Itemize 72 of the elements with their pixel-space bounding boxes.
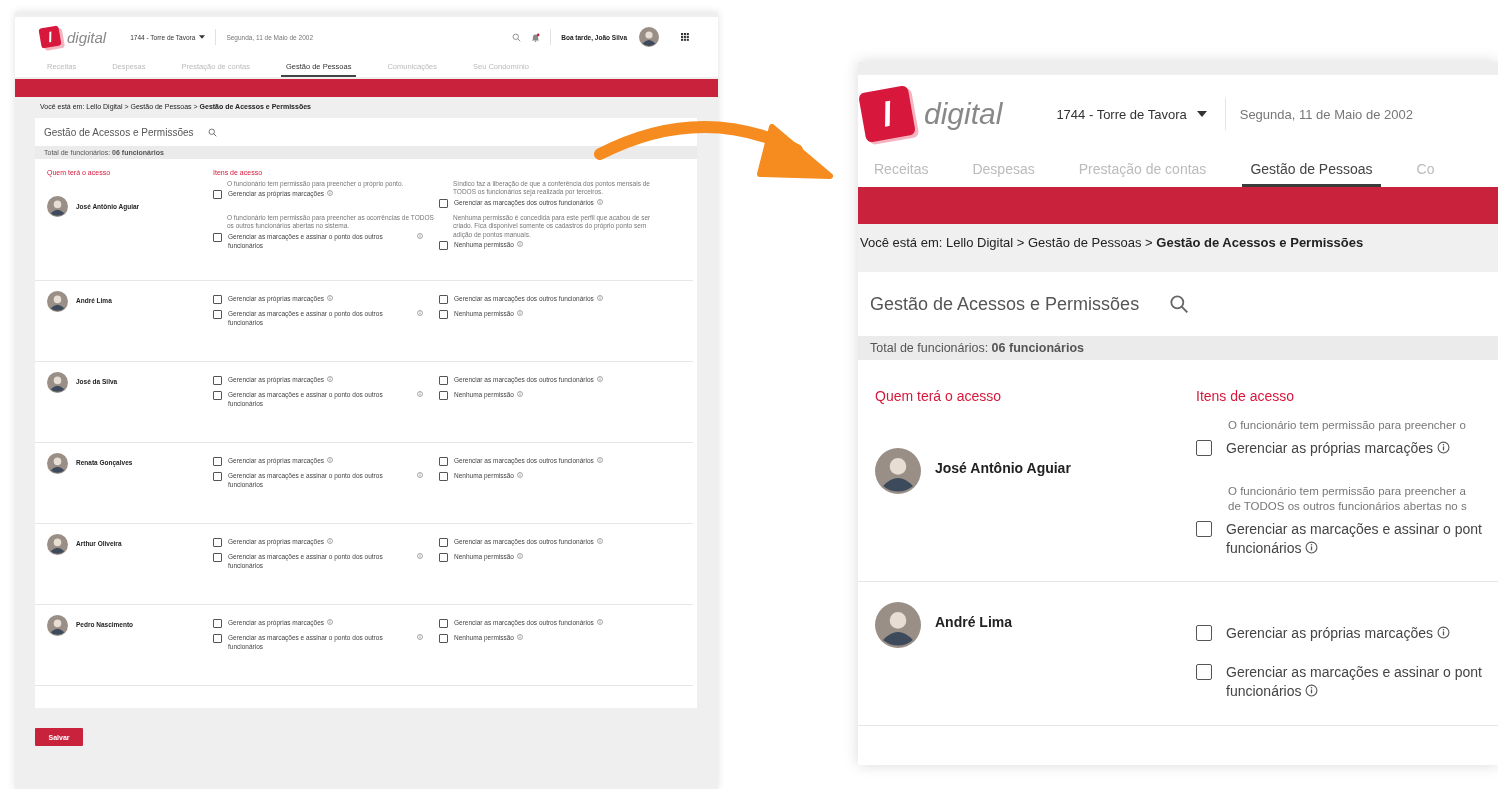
checkbox[interactable] (213, 538, 222, 547)
nav-tab[interactable]: Co (1408, 153, 1443, 187)
checkbox[interactable] (1196, 520, 1212, 537)
checkbox[interactable] (439, 457, 448, 466)
checkbox[interactable] (1196, 625, 1212, 642)
checkbox[interactable] (439, 553, 448, 562)
checkbox[interactable] (1196, 664, 1212, 681)
checkbox[interactable] (213, 472, 222, 481)
checkbox[interactable] (439, 198, 448, 208)
checkbox[interactable] (439, 376, 448, 385)
option-label: Gerenciar as próprias marcações (1226, 624, 1450, 644)
nav-tab[interactable]: Receitas (866, 153, 937, 187)
checkbox[interactable] (213, 553, 222, 562)
caret-icon (1196, 111, 1207, 117)
search-icon[interactable] (207, 127, 217, 137)
condo-selector[interactable]: 1744 - Torre de Tavora (1056, 106, 1207, 122)
employee-name: André Lima (935, 614, 1012, 631)
column-heading: Quem terá o acesso (875, 388, 1003, 404)
nav-tab[interactable]: Prestação de contas (1070, 153, 1215, 187)
checkbox[interactable] (439, 241, 448, 251)
logo-mark: l (858, 85, 916, 143)
total-text: Total de funcionários: 06 funcionários (870, 341, 1084, 355)
avatar-icon (47, 195, 68, 217)
checkbox[interactable] (213, 457, 222, 466)
avatar-icon (47, 372, 68, 393)
card-title: Gestão de Acessos e Permissões (870, 293, 1140, 315)
checkbox[interactable] (213, 232, 222, 242)
checkbox[interactable] (213, 190, 222, 200)
logo-text: digital (924, 97, 1003, 131)
caret-icon (199, 35, 206, 39)
checkbox[interactable] (439, 619, 448, 628)
avatar-icon (47, 534, 68, 555)
avatar-icon (47, 615, 68, 636)
employee-name: José Antônio Aguiar (935, 460, 1071, 476)
card-title: Gestão de Acessos e Permissões (44, 126, 194, 138)
avatar-icon (875, 602, 921, 649)
logo-text: digital (67, 28, 107, 46)
option-description: O funcionário tem permissão para preencher o (1227, 418, 1467, 433)
checkbox[interactable] (439, 538, 448, 547)
checkbox[interactable] (1196, 439, 1212, 456)
apps-grid-icon[interactable] (681, 33, 689, 41)
info-icon[interactable] (1436, 626, 1450, 640)
checkbox[interactable] (439, 295, 448, 304)
avatar-icon (639, 27, 659, 47)
logo-mark: l (38, 25, 62, 49)
info-icon[interactable] (1305, 684, 1319, 698)
checkbox[interactable] (213, 619, 222, 628)
info-icon[interactable] (1305, 540, 1319, 554)
checkbox[interactable] (213, 295, 222, 304)
search-icon[interactable] (1169, 294, 1190, 314)
avatar-icon (47, 291, 68, 312)
checkbox[interactable] (439, 391, 448, 400)
checkbox[interactable] (213, 376, 222, 385)
nav-tab[interactable]: Despesas (964, 153, 1043, 187)
checkbox[interactable] (213, 310, 222, 319)
avatar-icon (47, 453, 68, 474)
checkbox[interactable] (213, 391, 222, 400)
info-icon[interactable] (1436, 440, 1450, 454)
avatar-icon (875, 448, 921, 494)
breadcrumb: Você está em: Lello Digital > Gestão de Pessoas > Gestão de Acessos e Permissões (858, 224, 1498, 272)
checkbox[interactable] (213, 634, 222, 643)
checkbox[interactable] (439, 310, 448, 319)
column-heading: Itens de acesso (1196, 388, 1295, 404)
date-text: Segunda, 11 de Maio de 2002 (1239, 106, 1413, 122)
option-label: Gerenciar as marcações e assinar o pont funcionários (1226, 663, 1482, 702)
bell-icon[interactable] (531, 32, 541, 42)
checkbox[interactable] (439, 634, 448, 643)
option-label: Gerenciar as marcações e assinar o pont funcionários (1226, 519, 1482, 558)
search-icon[interactable] (512, 32, 522, 42)
option-label: Gerenciar as próprias marcações (1226, 438, 1450, 458)
checkbox[interactable] (439, 472, 448, 481)
option-description: O funcionário tem permissão para preencher a de TODOS os outros funcionários abertas no s (1227, 483, 1468, 514)
